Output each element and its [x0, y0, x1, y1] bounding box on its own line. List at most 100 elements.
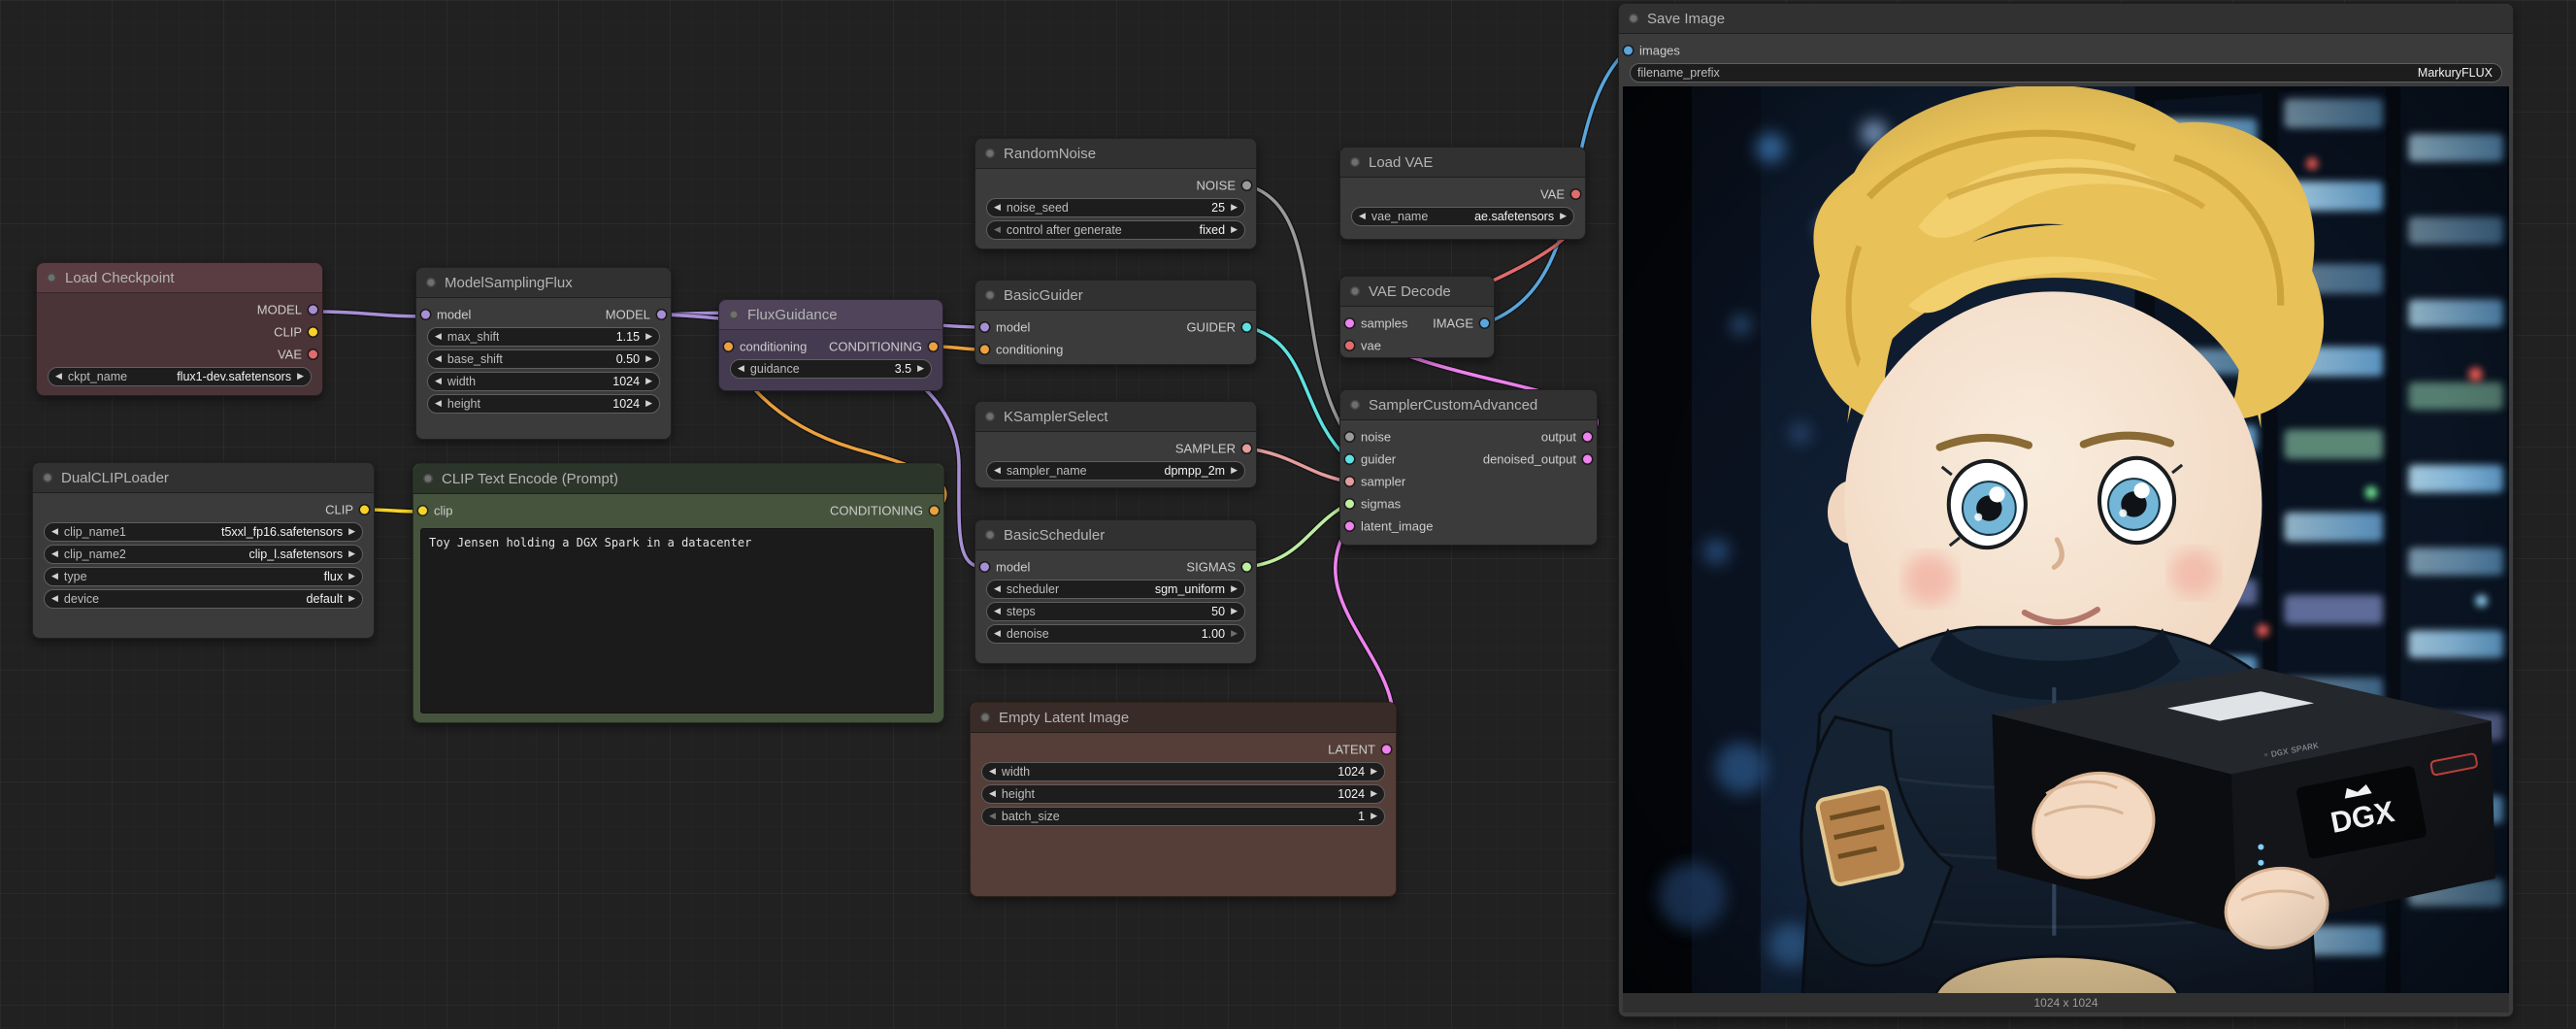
widget-guidance[interactable]: ◀guidance3.5▶: [730, 359, 932, 379]
increment-arrow-icon[interactable]: ▶: [348, 549, 355, 558]
CONDITIONING-output-port[interactable]: [929, 342, 938, 350]
IMAGE-output-port[interactable]: [1480, 318, 1489, 327]
increment-arrow-icon[interactable]: ▶: [645, 354, 652, 363]
node-load-vae[interactable]: Load VAEVAE◀vae_nameae.safetensors▶: [1339, 147, 1586, 240]
LATENT-output-port[interactable]: [1382, 745, 1391, 753]
collapse-dot-icon[interactable]: [985, 530, 995, 540]
increment-arrow-icon[interactable]: ▶: [1231, 225, 1238, 234]
node-save-image[interactable]: Save Imageimagesfilename_prefixMarkuryFL…: [1618, 3, 2514, 1017]
CONDITIONING-output-port[interactable]: [930, 506, 939, 514]
decrement-arrow-icon[interactable]: ◀: [51, 549, 58, 558]
widget-denoise[interactable]: ◀denoise1.00▶: [986, 624, 1245, 644]
prompt-textarea[interactable]: Toy Jensen holding a DGX Spark in a data…: [420, 528, 934, 714]
increment-arrow-icon[interactable]: ▶: [1231, 584, 1238, 593]
increment-arrow-icon[interactable]: ▶: [1560, 212, 1567, 220]
decrement-arrow-icon[interactable]: ◀: [435, 399, 442, 408]
node-title-bar[interactable]: Empty Latent Image: [971, 703, 1396, 733]
decrement-arrow-icon[interactable]: ◀: [989, 789, 996, 798]
collapse-dot-icon[interactable]: [426, 278, 436, 287]
decrement-arrow-icon[interactable]: ◀: [994, 225, 1001, 234]
sigmas-input-port[interactable]: [1345, 499, 1354, 508]
node-title-bar[interactable]: Load VAE: [1340, 148, 1585, 178]
widget-clip_name2[interactable]: ◀clip_name2clip_l.safetensors▶: [44, 545, 363, 564]
decrement-arrow-icon[interactable]: ◀: [989, 767, 996, 776]
node-model-sampling-flux[interactable]: ModelSamplingFluxmodelMODEL◀max_shift1.1…: [415, 267, 672, 440]
increment-arrow-icon[interactable]: ▶: [348, 594, 355, 603]
widget-noise_seed[interactable]: ◀noise_seed25▶: [986, 198, 1245, 217]
collapse-dot-icon[interactable]: [43, 473, 52, 482]
decrement-arrow-icon[interactable]: ◀: [994, 629, 1001, 638]
CLIP-output-port[interactable]: [360, 505, 369, 514]
decrement-arrow-icon[interactable]: ◀: [51, 594, 58, 603]
node-basic-guider[interactable]: BasicGuidermodelGUIDERconditioning: [974, 280, 1257, 365]
widget-width[interactable]: ◀width1024▶: [981, 762, 1385, 781]
node-title-bar[interactable]: DualCLIPLoader: [33, 463, 374, 493]
SIGMAS-output-port[interactable]: [1242, 562, 1251, 571]
denoised_output-output-port[interactable]: [1583, 454, 1592, 463]
output-output-port[interactable]: [1583, 432, 1592, 441]
increment-arrow-icon[interactable]: ▶: [645, 377, 652, 385]
node-sampler-custom-advanced[interactable]: SamplerCustomAdvancednoiseoutputguiderde…: [1339, 389, 1598, 546]
clip-input-port[interactable]: [418, 506, 427, 514]
widget-base_shift[interactable]: ◀base_shift0.50▶: [427, 349, 660, 369]
node-empty-latent-image[interactable]: Empty Latent ImageLATENT◀width1024▶◀heig…: [970, 702, 1397, 897]
widget-control-after-generate[interactable]: ◀control after generatefixed▶: [986, 220, 1245, 240]
VAE-output-port[interactable]: [309, 349, 317, 358]
decrement-arrow-icon[interactable]: ◀: [738, 364, 744, 373]
node-ksampler-select[interactable]: KSamplerSelectSAMPLER◀sampler_namedpmpp_…: [974, 401, 1257, 488]
collapse-dot-icon[interactable]: [1350, 286, 1360, 296]
guider-input-port[interactable]: [1345, 454, 1354, 463]
link-sigmas[interactable]: [1247, 504, 1348, 567]
node-title-bar[interactable]: FluxGuidance: [719, 300, 942, 330]
collapse-dot-icon[interactable]: [985, 412, 995, 421]
collapse-dot-icon[interactable]: [985, 149, 995, 158]
widget-max_shift[interactable]: ◀max_shift1.15▶: [427, 327, 660, 347]
increment-arrow-icon[interactable]: ▶: [645, 399, 652, 408]
increment-arrow-icon[interactable]: ▶: [1231, 203, 1238, 212]
decrement-arrow-icon[interactable]: ◀: [435, 354, 442, 363]
node-load-checkpoint[interactable]: Load CheckpointMODELCLIPVAE◀ckpt_nameflu…: [36, 262, 323, 396]
increment-arrow-icon[interactable]: ▶: [348, 527, 355, 536]
model-input-port[interactable]: [980, 562, 989, 571]
widget-type[interactable]: ◀typeflux▶: [44, 567, 363, 586]
VAE-output-port[interactable]: [1571, 189, 1580, 198]
node-title-bar[interactable]: Save Image: [1619, 4, 2513, 34]
conditioning-input-port[interactable]: [724, 342, 733, 350]
images-input-port[interactable]: [1624, 46, 1633, 54]
node-title-bar[interactable]: Load Checkpoint: [37, 263, 322, 293]
node-dual-clip-loader[interactable]: DualCLIPLoaderCLIP◀clip_name1t5xxl_fp16.…: [32, 462, 375, 639]
widget-filename_prefix[interactable]: filename_prefixMarkuryFLUX: [1630, 63, 2502, 83]
widget-batch_size[interactable]: ◀batch_size1▶: [981, 807, 1385, 826]
widget-ckpt_name[interactable]: ◀ckpt_nameflux1-dev.safetensors▶: [48, 367, 312, 386]
collapse-dot-icon[interactable]: [985, 290, 995, 300]
CLIP-output-port[interactable]: [309, 327, 317, 336]
samples-input-port[interactable]: [1345, 318, 1354, 327]
NOISE-output-port[interactable]: [1242, 181, 1251, 189]
node-title-bar[interactable]: RandomNoise: [975, 139, 1256, 169]
collapse-dot-icon[interactable]: [729, 310, 739, 319]
increment-arrow-icon[interactable]: ▶: [297, 372, 304, 381]
increment-arrow-icon[interactable]: ▶: [1231, 466, 1238, 475]
node-vae-decode[interactable]: VAE DecodesamplesIMAGEvae: [1339, 276, 1495, 358]
node-title-bar[interactable]: VAE Decode: [1340, 277, 1494, 307]
decrement-arrow-icon[interactable]: ◀: [994, 466, 1001, 475]
decrement-arrow-icon[interactable]: ◀: [989, 812, 996, 820]
MODEL-output-port[interactable]: [657, 310, 666, 318]
node-title-bar[interactable]: SamplerCustomAdvanced: [1340, 390, 1597, 420]
widget-height[interactable]: ◀height1024▶: [981, 784, 1385, 804]
widget-clip_name1[interactable]: ◀clip_name1t5xxl_fp16.safetensors▶: [44, 522, 363, 542]
increment-arrow-icon[interactable]: ▶: [1371, 767, 1377, 776]
node-flux-guidance[interactable]: FluxGuidanceconditioningCONDITIONING◀gui…: [718, 299, 943, 391]
link-guider[interactable]: [1247, 327, 1348, 459]
latent_image-input-port[interactable]: [1345, 521, 1354, 530]
decrement-arrow-icon[interactable]: ◀: [1359, 212, 1366, 220]
widget-sampler_name[interactable]: ◀sampler_namedpmpp_2m▶: [986, 461, 1245, 481]
decrement-arrow-icon[interactable]: ◀: [994, 203, 1001, 212]
collapse-dot-icon[interactable]: [980, 713, 990, 722]
increment-arrow-icon[interactable]: ▶: [1371, 789, 1377, 798]
model-input-port[interactable]: [980, 322, 989, 331]
increment-arrow-icon[interactable]: ▶: [348, 572, 355, 581]
decrement-arrow-icon[interactable]: ◀: [51, 527, 58, 536]
widget-height[interactable]: ◀height1024▶: [427, 394, 660, 414]
sampler-input-port[interactable]: [1345, 477, 1354, 485]
